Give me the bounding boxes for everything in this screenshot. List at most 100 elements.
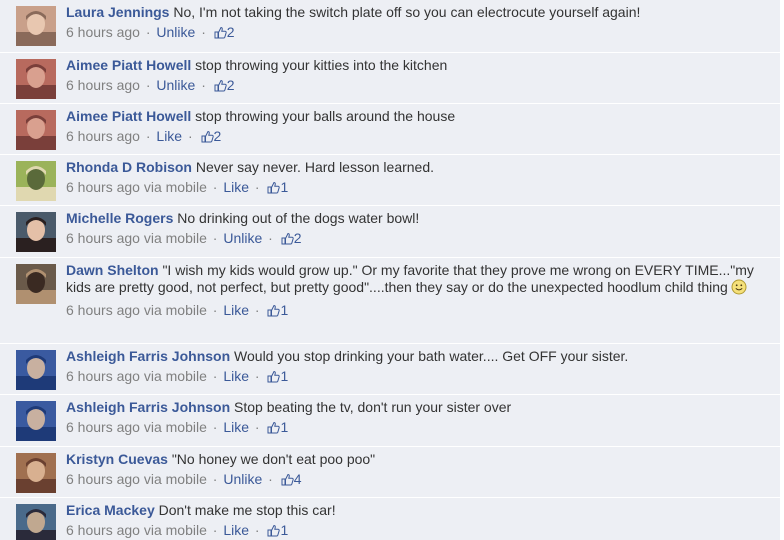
like-toggle-link[interactable]: Like [156,128,182,144]
thumbs-up-icon [267,421,281,438]
like-count-value: 1 [280,179,289,195]
comment-body: Aimee Piatt Howell stop throwing your ki… [66,57,772,96]
meta-separator: · [208,522,222,538]
comment-body: Laura Jennings No, I'm not taking the sw… [66,4,772,43]
comment-text: No, I'm not taking the switch plate off … [173,4,641,20]
comment-timestamp[interactable]: 6 hours ago [66,471,140,487]
comment-author-link[interactable]: Ashleigh Farris Johnson [66,348,230,364]
like-count[interactable]: 2 [212,77,235,93]
comment-timestamp[interactable]: 6 hours ago [66,302,140,318]
comment-text: "No honey we don't eat poo poo" [171,451,376,467]
comment-meta: 6 hours ago via mobile · Like · 1 [66,522,772,540]
like-toggle-link[interactable]: Unlike [223,471,262,487]
like-toggle-link[interactable]: Like [223,368,249,384]
comment-timestamp[interactable]: 6 hours ago [66,128,140,144]
avatar[interactable] [16,110,56,150]
comment-text: Would you stop drinking your bath water.… [234,348,629,364]
comment-timestamp[interactable]: 6 hours ago [66,24,140,40]
comment-item: Aimee Piatt Howell stop throwing your ki… [0,52,780,102]
avatar[interactable] [16,6,56,46]
like-count[interactable]: 1 [265,522,288,538]
comment-meta: 6 hours ago via mobile · Like · 1 [66,368,772,387]
comment-timestamp[interactable]: 6 hours ago [66,522,140,538]
like-count-value: 1 [280,522,289,538]
like-count[interactable]: 1 [265,302,288,318]
like-count[interactable]: 1 [265,368,288,384]
comment-via: via mobile [143,419,207,435]
like-count[interactable]: 1 [265,419,288,435]
meta-separator: · [264,471,277,487]
like-count-value: 2 [226,24,235,40]
comment-text: Never say never. Hard lesson learned. [195,159,435,175]
thumbs-up-icon [267,524,281,540]
thumbs-up-icon [267,181,281,198]
thumbs-up-icon [281,473,294,490]
meta-separator: · [141,128,155,144]
avatar[interactable] [16,264,56,304]
like-count-value: 1 [280,368,289,384]
comment-author-link[interactable]: Kristyn Cuevas [66,451,168,467]
comment-item: Ashleigh Farris Johnson Would you stop d… [0,343,780,393]
like-count[interactable]: 2 [212,24,235,40]
comment-author-link[interactable]: Rhonda D Robison [66,159,192,175]
meta-separator: · [251,368,264,384]
comment-item: Laura Jennings No, I'm not taking the sw… [0,0,780,51]
avatar[interactable] [16,453,56,493]
comment-text: "I wish my kids would grow up." Or my fa… [66,262,754,295]
like-count[interactable]: 4 [279,471,301,490]
meta-separator: · [208,471,222,487]
meta-separator: · [251,419,264,435]
meta-separator: · [264,230,277,246]
like-toggle-link[interactable]: Like [223,302,249,318]
comment-item: Ashleigh Farris Johnson Stop beating the… [0,394,780,445]
like-toggle-link[interactable]: Unlike [223,230,262,246]
comment-item: Rhonda D Robison Never say never. Hard l… [0,154,780,204]
like-toggle-link[interactable]: Like [223,419,249,435]
meta-separator: · [208,302,222,318]
like-toggle-link[interactable]: Unlike [156,24,195,40]
avatar[interactable] [16,401,56,441]
meta-separator: · [184,128,197,144]
avatar[interactable] [16,212,56,252]
like-count[interactable]: 1 [265,179,288,195]
comment-item: Kristyn Cuevas "No honey we don't eat po… [0,446,780,496]
comment-author-link[interactable]: Michelle Rogers [66,210,173,226]
avatar[interactable] [16,504,56,540]
comment-author-link[interactable]: Aimee Piatt Howell [66,57,191,73]
comment-body: Dawn Shelton "I wish my kids would grow … [66,262,772,321]
comment-text: stop throwing your balls around the hous… [195,108,456,124]
avatar[interactable] [16,350,56,390]
comment-timestamp[interactable]: 6 hours ago [66,230,140,246]
comment-author-link[interactable]: Laura Jennings [66,4,169,20]
avatar[interactable] [16,161,56,201]
comment-item: Erica Mackey Don't make me stop this car… [0,497,780,540]
like-count[interactable]: 2 [279,230,301,246]
comment-meta: 6 hours ago via mobile · Unlike · 4 [66,471,772,490]
meta-separator: · [208,368,222,384]
comment-timestamp[interactable]: 6 hours ago [66,179,140,195]
comment-meta: 6 hours ago via mobile · Unlike · 2 [66,230,772,249]
comment-item: Dawn Shelton "I wish my kids would grow … [0,257,780,342]
comment-list: Laura Jennings No, I'm not taking the sw… [0,0,780,540]
meta-separator: · [251,522,264,538]
comment-text: Don't make me stop this car! [158,502,336,518]
comment-timestamp[interactable]: 6 hours ago [66,419,140,435]
comment-author-link[interactable]: Erica Mackey [66,502,155,518]
avatar[interactable] [16,59,56,99]
meta-separator: · [197,24,210,40]
like-toggle-link[interactable]: Like [223,179,249,195]
comment-meta: 6 hours ago via mobile · Like · 1 [66,419,772,438]
comment-author-link[interactable]: Aimee Piatt Howell [66,108,191,124]
like-toggle-link[interactable]: Unlike [156,77,195,93]
comment-via: via mobile [143,368,207,384]
comment-timestamp[interactable]: 6 hours ago [66,368,140,384]
like-count-value: 2 [213,128,222,144]
like-toggle-link[interactable]: Like [223,522,249,538]
comment-text: Stop beating the tv, don't run your sist… [234,399,512,415]
comment-body: Ashleigh Farris Johnson Would you stop d… [66,348,772,387]
comment-body: Erica Mackey Don't make me stop this car… [66,502,772,540]
like-count[interactable]: 2 [199,128,222,144]
comment-author-link[interactable]: Dawn Shelton [66,262,159,278]
comment-author-link[interactable]: Ashleigh Farris Johnson [66,399,230,415]
comment-timestamp[interactable]: 6 hours ago [66,77,140,93]
